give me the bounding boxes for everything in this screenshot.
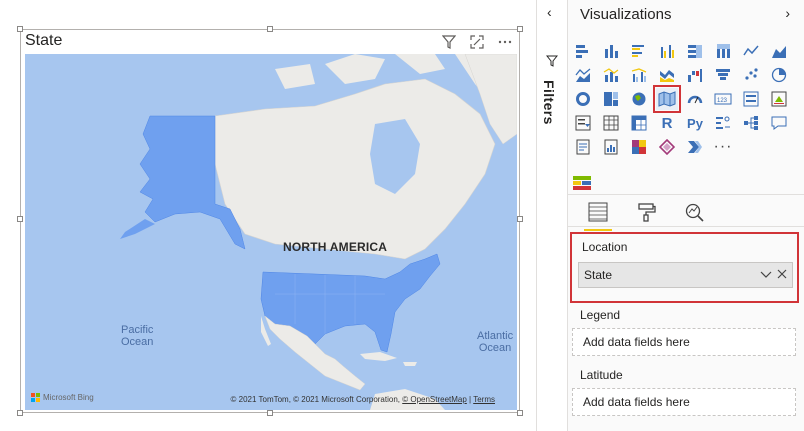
waterfall-chart-icon[interactable] — [684, 64, 706, 86]
pane-tabs — [584, 200, 706, 231]
analytics-magnifier-icon — [685, 203, 704, 222]
pie-chart-icon[interactable] — [768, 64, 790, 86]
legend-drop-zone[interactable]: Add data fields here — [572, 328, 796, 356]
microsoft-logo-icon — [31, 393, 40, 402]
attribution-text: © 2021 TomTom, © 2021 Microsoft Corporat… — [230, 395, 401, 404]
terms-link[interactable]: Terms — [473, 395, 495, 404]
ribbon-chart-icon[interactable] — [656, 64, 678, 86]
r-script-visual-icon[interactable]: R — [656, 112, 678, 134]
section-divider-2 — [568, 226, 804, 227]
filled-map-icon[interactable] — [653, 85, 681, 113]
scatter-chart-icon[interactable] — [740, 64, 762, 86]
clustered-column-chart-icon[interactable] — [656, 40, 678, 62]
ocean-label-pacific: Pacific Ocean — [121, 324, 154, 348]
close-icon[interactable] — [776, 268, 788, 283]
power-automate-icon[interactable] — [684, 136, 706, 158]
100-percent-bar-chart-icon[interactable] — [684, 40, 706, 62]
continent-label: NORTH AMERICA — [283, 240, 388, 254]
qna-visual-icon[interactable] — [768, 112, 790, 134]
line-and-clustered-column-chart-icon[interactable] — [628, 64, 650, 86]
resize-handle-bottom[interactable] — [267, 410, 273, 416]
stacked-bar-chart-icon[interactable] — [572, 40, 594, 62]
area-chart-icon[interactable] — [768, 40, 790, 62]
funnel-chart-icon[interactable] — [712, 64, 734, 86]
resize-handle-top[interactable] — [267, 26, 273, 32]
visual-header-tools — [441, 34, 513, 50]
custom-visual-icon[interactable] — [571, 172, 593, 194]
map-attribution: © 2021 TomTom, © 2021 Microsoft Corporat… — [230, 395, 496, 404]
multi-row-card-icon[interactable] — [740, 88, 762, 110]
report-canvas: State NORTH AMERICA Pacific Ocean Atlant… — [0, 0, 536, 431]
card-icon[interactable]: 123 — [712, 88, 734, 110]
100-percent-column-chart-icon[interactable] — [712, 40, 734, 62]
matrix-icon[interactable] — [628, 112, 650, 134]
location-well: Location State — [570, 232, 799, 303]
svg-text:123: 123 — [717, 98, 728, 104]
resize-handle-top-right[interactable] — [517, 26, 523, 32]
filter-icon[interactable] — [441, 34, 457, 50]
resize-handle-right[interactable] — [517, 216, 523, 222]
location-field-name: State — [584, 268, 613, 282]
stacked-area-chart-icon[interactable] — [572, 64, 594, 86]
latitude-label: Latitude — [580, 368, 623, 382]
clustered-bar-chart-icon[interactable] — [628, 40, 650, 62]
filters-label[interactable]: Filters — [541, 80, 557, 125]
donut-chart-icon[interactable] — [572, 88, 594, 110]
resize-handle-bottom-left[interactable] — [17, 410, 23, 416]
power-apps-diamond-icon[interactable] — [656, 136, 678, 158]
smart-narrative-icon[interactable] — [572, 136, 594, 158]
gauge-icon[interactable] — [684, 88, 706, 110]
resize-handle-left[interactable] — [17, 216, 23, 222]
line-and-stacked-column-chart-icon[interactable] — [600, 64, 622, 86]
line-chart-icon[interactable] — [740, 40, 762, 62]
resize-handle-bottom-right[interactable] — [517, 410, 523, 416]
map-icon[interactable] — [628, 88, 650, 110]
slicer-icon[interactable] — [572, 112, 594, 134]
format-tab[interactable] — [634, 200, 658, 224]
power-apps-icon[interactable] — [628, 136, 650, 158]
chevron-right-icon[interactable]: › — [785, 5, 790, 21]
map-area[interactable]: NORTH AMERICA Pacific Ocean Atlantic Oce… — [25, 54, 517, 410]
ocean-label-atlantic: Atlantic Ocean — [477, 330, 514, 354]
table-icon[interactable] — [600, 112, 622, 134]
decomposition-tree-icon[interactable] — [740, 112, 762, 134]
chevron-left-icon[interactable]: ‹ — [547, 4, 552, 20]
legend-label: Legend — [580, 308, 621, 322]
python-visual-icon[interactable]: Py — [684, 112, 706, 134]
location-label: Location — [582, 240, 628, 254]
fields-grid-icon — [588, 202, 608, 222]
resize-handle-top-left[interactable] — [17, 26, 23, 32]
location-field-pill[interactable]: State — [578, 262, 793, 288]
visualizations-pane: Visualizations › 123 R Py ··· Location S… — [568, 0, 804, 431]
paginated-report-icon[interactable] — [600, 136, 622, 158]
visual-title: State — [25, 32, 63, 49]
fields-tab[interactable] — [584, 200, 612, 231]
filters-pane-collapsed[interactable]: ‹ Filters — [537, 0, 567, 431]
section-divider — [568, 194, 804, 195]
filter-icon — [545, 54, 559, 72]
focus-mode-icon[interactable] — [469, 34, 485, 50]
chevron-down-icon[interactable] — [760, 268, 772, 283]
more-options-icon[interactable] — [497, 34, 513, 50]
more-visuals-icon[interactable]: ··· — [712, 136, 734, 158]
analytics-tab[interactable] — [682, 200, 706, 224]
openstreetmap-link[interactable]: © OpenStreetMap — [402, 395, 467, 404]
map-visual[interactable]: State NORTH AMERICA Pacific Ocean Atlant… — [17, 26, 523, 416]
latitude-drop-zone[interactable]: Add data fields here — [572, 388, 796, 416]
treemap-icon[interactable] — [600, 88, 622, 110]
paint-roller-icon — [638, 203, 656, 222]
map-graphic — [120, 54, 517, 410]
bing-label: Microsoft Bing — [43, 393, 94, 402]
kpi-icon[interactable] — [768, 88, 790, 110]
bing-attribution: Microsoft Bing — [31, 393, 94, 402]
key-influencers-icon[interactable] — [712, 112, 734, 134]
pane-title: Visualizations — [580, 6, 672, 23]
stacked-column-chart-icon[interactable] — [600, 40, 622, 62]
